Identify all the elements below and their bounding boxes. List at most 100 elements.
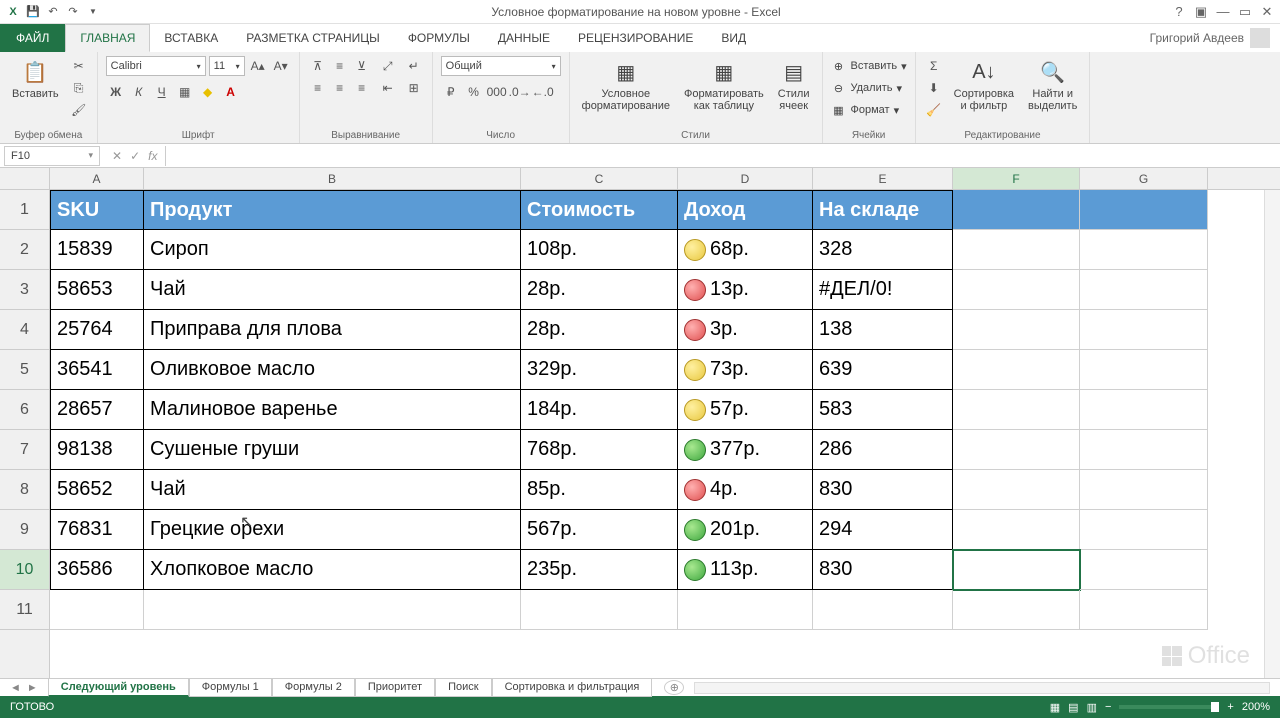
bold-icon[interactable]: Ж [106,82,126,102]
orientation-icon[interactable]: ⤢ [378,56,398,76]
cell[interactable]: 377р. [678,430,813,470]
row-header-8[interactable]: 8 [0,470,49,510]
cell[interactable]: 138 [813,310,953,350]
page-layout-icon[interactable]: ▤ [1068,701,1078,714]
column-header-C[interactable]: C [521,168,678,189]
ribbon-tab-рецензирование[interactable]: РЕЦЕНЗИРОВАНИЕ [564,24,707,52]
fx-icon[interactable]: fx [148,149,157,163]
column-header-D[interactable]: D [678,168,813,189]
header-cell[interactable]: SKU [50,190,144,230]
cut-icon[interactable]: ✂ [69,56,89,76]
sort-filter-button[interactable]: A↓Сортировка и фильтр [950,56,1018,114]
wrap-text-icon[interactable]: ↵ [404,56,424,76]
zoom-level[interactable]: 200% [1242,701,1270,713]
cell[interactable]: 13р. [678,270,813,310]
cell[interactable] [1080,510,1208,550]
cell[interactable]: 57р. [678,390,813,430]
ribbon-tab-данные[interactable]: ДАННЫЕ [484,24,564,52]
ribbon-tab-разметка страницы[interactable]: РАЗМЕТКА СТРАНИЦЫ [232,24,394,52]
cell[interactable]: 329р. [521,350,678,390]
row-header-1[interactable]: 1 [0,190,49,230]
cell[interactable]: 15839 [50,230,144,270]
copy-icon[interactable]: ⎘ [69,78,89,98]
close-icon[interactable]: ✕ [1258,4,1276,20]
save-icon[interactable]: 💾 [24,3,42,21]
italic-icon[interactable]: К [129,82,149,102]
cell[interactable]: 184р. [521,390,678,430]
cell[interactable]: Приправа для плова [144,310,521,350]
select-all-corner[interactable] [0,168,50,190]
cell[interactable] [953,550,1080,590]
cell[interactable] [953,470,1080,510]
row-header-2[interactable]: 2 [0,230,49,270]
cell[interactable] [521,590,678,630]
ribbon-tab-формулы[interactable]: ФОРМУЛЫ [394,24,484,52]
insert-cells-button[interactable]: ⊕Вставить ▾ [831,56,907,76]
number-format-combo[interactable]: Общий▾ [441,56,561,76]
cell[interactable]: 567р. [521,510,678,550]
normal-view-icon[interactable]: ▦ [1050,701,1060,714]
cell[interactable]: 28р. [521,270,678,310]
cell[interactable]: #ДЕЛ/0! [813,270,953,310]
tab-nav-next-icon[interactable]: ► [27,682,38,694]
undo-icon[interactable]: ↶ [44,3,62,21]
cell[interactable]: 25764 [50,310,144,350]
header-cell[interactable]: Стоимость [521,190,678,230]
zoom-in-icon[interactable]: + [1227,701,1233,713]
cell[interactable]: Чай [144,470,521,510]
format-cells-button[interactable]: ▦Формат ▾ [831,100,907,120]
cell[interactable]: Хлопковое масло [144,550,521,590]
delete-cells-button[interactable]: ⊖Удалить ▾ [831,78,907,98]
accept-formula-icon[interactable]: ✓ [130,149,140,163]
cell[interactable] [953,310,1080,350]
column-header-A[interactable]: A [50,168,144,189]
minimize-icon[interactable]: ― [1214,4,1232,20]
cell[interactable]: Сушеные груши [144,430,521,470]
merge-icon[interactable]: ⊞ [404,78,424,98]
cell[interactable] [1080,590,1208,630]
header-cell[interactable]: Доход [678,190,813,230]
cell[interactable]: 768р. [521,430,678,470]
row-header-10[interactable]: 10 [0,550,49,590]
cell[interactable] [813,590,953,630]
format-painter-icon[interactable]: 🖌 [69,100,89,120]
cell[interactable]: 830 [813,550,953,590]
row-header-7[interactable]: 7 [0,430,49,470]
ribbon-tab-вид[interactable]: ВИД [707,24,760,52]
percent-icon[interactable]: % [464,82,484,102]
maximize-icon[interactable]: ▭ [1236,4,1254,20]
find-select-button[interactable]: 🔍Найти и выделить [1024,56,1081,114]
user-account[interactable]: Григорий Авдеев [1140,24,1280,52]
cell[interactable]: 639 [813,350,953,390]
add-sheet-button[interactable]: ⊕ [664,680,684,695]
indent-dec-icon[interactable]: ⇤ [378,78,398,98]
align-bottom-icon[interactable]: ⊻ [352,56,372,76]
row-header-3[interactable]: 3 [0,270,49,310]
column-header-F[interactable]: F [953,168,1080,189]
cell[interactable]: 235р. [521,550,678,590]
header-cell[interactable]: Продукт [144,190,521,230]
formula-input[interactable] [165,146,1280,166]
grow-font-icon[interactable]: A▴ [248,56,268,76]
row-header-4[interactable]: 4 [0,310,49,350]
redo-icon[interactable]: ↷ [64,3,82,21]
comma-icon[interactable]: 000 [487,82,507,102]
cell[interactable] [1080,430,1208,470]
sheet-tab[interactable]: Следующий уровень [48,679,189,697]
fill-icon[interactable]: ⬇ [924,78,944,98]
align-left-icon[interactable]: ≡ [308,78,328,98]
font-size-combo[interactable]: 11▾ [209,56,245,76]
cell[interactable]: Чай [144,270,521,310]
zoom-out-icon[interactable]: − [1105,701,1111,713]
shrink-font-icon[interactable]: A▾ [271,56,291,76]
file-tab[interactable]: ФАЙЛ [0,24,65,52]
page-break-icon[interactable]: ▥ [1087,701,1097,714]
format-as-table-button[interactable]: ▦Форматировать как таблицу [680,56,768,114]
conditional-formatting-button[interactable]: ▦Условное форматирование [578,56,674,114]
zoom-slider[interactable] [1119,705,1219,709]
cell[interactable]: 68р. [678,230,813,270]
cell[interactable] [1080,390,1208,430]
cell[interactable] [144,590,521,630]
cell[interactable]: 294 [813,510,953,550]
cell[interactable]: 286 [813,430,953,470]
